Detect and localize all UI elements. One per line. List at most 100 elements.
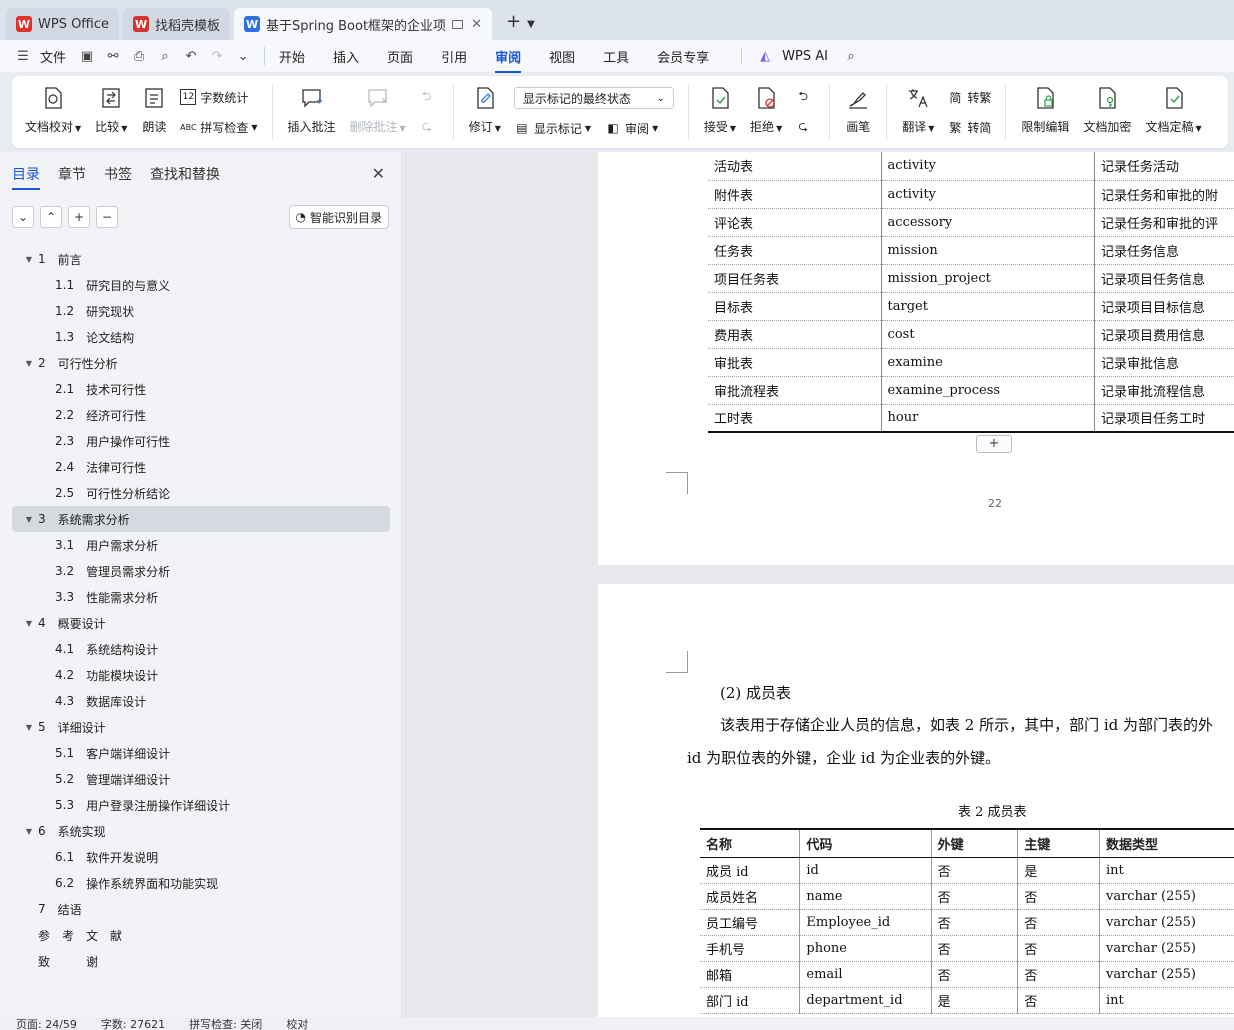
toc-item[interactable]: 3.1 用户需求分析	[12, 532, 390, 558]
review-pane-button[interactable]: ◧ 审阅 ▼	[605, 120, 658, 137]
page-indicator[interactable]: 页面: 24/59	[16, 1017, 77, 1030]
redo-icon[interactable]: ↷	[208, 47, 226, 65]
toc-item[interactable]: ▼ 3 系统需求分析	[12, 506, 390, 532]
markup-state-select[interactable]: 显示标记的最终状态 ⌄	[513, 87, 674, 110]
toc-item[interactable]: 1.2 研究现状	[12, 298, 390, 324]
doc-check-button[interactable]: 文档校对 ▼	[18, 80, 88, 144]
toc-item[interactable]: 1.1 研究目的与意义	[12, 272, 390, 298]
toc-item[interactable]: 4.2 功能模块设计	[12, 662, 390, 688]
chevron-down-icon[interactable]: ▼	[527, 19, 535, 30]
print-icon[interactable]: ⎙	[130, 47, 148, 65]
toc-item[interactable]: ▼ 5 详细设计	[12, 714, 390, 740]
menu-item-start[interactable]: 开始	[279, 47, 305, 66]
accept-button[interactable]: 接受 ▼	[697, 80, 743, 144]
toc-item[interactable]: ▼ 4 概要设计	[12, 610, 390, 636]
menu-item-page[interactable]: 页面	[387, 47, 413, 66]
menu-item-review[interactable]: 审阅	[495, 47, 522, 73]
add-row-button[interactable]: +	[976, 435, 1012, 453]
prev-revision-button[interactable]: ⮌	[795, 89, 815, 105]
menu-item-insert[interactable]: 插入	[333, 47, 359, 66]
toc-item[interactable]: 5.1 客户端详细设计	[12, 740, 390, 766]
add-heading-button[interactable]: +	[68, 206, 90, 228]
to-simplified-button[interactable]: 繁 转简	[947, 119, 991, 136]
more-chevron-icon[interactable]: ⌄	[234, 47, 252, 65]
tab-chapter[interactable]: 章节	[58, 164, 86, 184]
toc-item[interactable]: 2.2 经济可行性	[12, 402, 390, 428]
smart-toc-button[interactable]: ◔ 智能识别目录	[288, 205, 389, 229]
word-count-button[interactable]: 12 字数统计	[180, 89, 257, 106]
expand-arrow-icon[interactable]: ▼	[20, 723, 38, 732]
pen-button[interactable]: 画笔	[838, 80, 878, 144]
toc-item[interactable]: 2.1 技术可行性	[12, 376, 390, 402]
finalize-button[interactable]: 文档定稿 ▼	[1138, 80, 1208, 144]
toc-item[interactable]: 致 谢	[12, 948, 390, 974]
menu-item-reference[interactable]: 引用	[441, 47, 467, 66]
toc-item[interactable]: 1.3 论文结构	[12, 324, 390, 350]
word-count-indicator[interactable]: 字数: 27621	[101, 1017, 165, 1030]
expand-arrow-icon[interactable]: ▼	[20, 359, 38, 368]
expand-down-button[interactable]: ⌄	[12, 206, 34, 228]
collapse-up-button[interactable]: ⌃	[40, 206, 62, 228]
tab-document[interactable]: W 基于Spring Boot框架的企业项 ✕	[234, 8, 492, 40]
ribbon-separator	[1005, 84, 1007, 140]
menu-item-view[interactable]: 视图	[549, 47, 575, 66]
insert-comment-button[interactable]: 插入批注	[281, 80, 343, 144]
new-tab-icon[interactable]: +	[506, 11, 521, 32]
read-aloud-button[interactable]: 朗读	[134, 80, 174, 144]
menu-item-tools[interactable]: 工具	[603, 47, 629, 66]
tab-template[interactable]: W 找稻壳模板	[123, 8, 231, 40]
toc-item[interactable]: 2.4 法律可行性	[12, 454, 390, 480]
toc-item[interactable]: ▼ 6 系统实现	[12, 818, 390, 844]
tab-bookmark[interactable]: 书签	[104, 164, 132, 184]
prev-comment-button[interactable]: ⮌	[419, 89, 439, 105]
file-menu[interactable]: ☰ 文件	[14, 47, 66, 66]
toc-item[interactable]: 5.3 用户登录注册操作详细设计	[12, 792, 390, 818]
toc-item[interactable]: 3.3 性能需求分析	[12, 584, 390, 610]
toc-item[interactable]: 参 考 文 献	[12, 922, 390, 948]
next-revision-button[interactable]: ⮎	[795, 119, 815, 135]
toc-item[interactable]: 4.3 数据库设计	[12, 688, 390, 714]
toc-item[interactable]: 5.2 管理端详细设计	[12, 766, 390, 792]
expand-arrow-icon[interactable]: ▼	[20, 515, 38, 524]
tab-wps-office[interactable]: W WPS Office	[6, 8, 120, 40]
toc-item[interactable]: 6.1 软件开发说明	[12, 844, 390, 870]
wps-ai-button[interactable]: ◭ WPS AI	[756, 47, 828, 65]
undo-icon[interactable]: ↶	[182, 47, 200, 65]
document-canvas[interactable]: 活动表 activity 记录任务活动 附件表 activity 记录任务和审批的附 评论表…	[403, 152, 1234, 1017]
revise-button[interactable]: 修订 ▼	[462, 80, 508, 144]
next-comment-button[interactable]: ⮎	[419, 119, 439, 135]
screen-icon[interactable]	[452, 19, 464, 29]
compare-button[interactable]: 比较 ▼	[88, 80, 134, 144]
remove-heading-button[interactable]: −	[96, 206, 118, 228]
toc-item[interactable]: 2.5 可行性分析结论	[12, 480, 390, 506]
spell-check-indicator[interactable]: 拼写检查: 关闭	[189, 1017, 262, 1030]
link-icon[interactable]: ⚯	[104, 47, 122, 65]
reject-button[interactable]: 拒绝 ▼	[743, 80, 789, 144]
expand-arrow-icon[interactable]: ▼	[20, 827, 38, 836]
save-icon[interactable]: ▣	[78, 47, 96, 65]
toc-item[interactable]: 2.3 用户操作可行性	[12, 428, 390, 454]
toc-item[interactable]: 3.2 管理员需求分析	[12, 558, 390, 584]
toc-item[interactable]: ▼ 2 可行性分析	[12, 350, 390, 376]
toc-item[interactable]: 4.1 系统结构设计	[12, 636, 390, 662]
menu-item-member[interactable]: 会员专享	[657, 47, 709, 66]
translate-button[interactable]: 翻译 ▼	[895, 80, 941, 144]
toc-item[interactable]: 7 结语	[12, 896, 390, 922]
tab-find-replace[interactable]: 查找和替换	[150, 164, 220, 184]
restrict-edit-button[interactable]: 限制编辑	[1014, 80, 1076, 144]
show-markup-button[interactable]: ▤ 显示标记 ▼	[514, 120, 591, 137]
close-tab-icon[interactable]: ✕	[471, 17, 482, 32]
print-preview-icon[interactable]: ⌕	[156, 47, 174, 65]
toc-item[interactable]: 6.2 操作系统界面和功能实现	[12, 870, 390, 896]
search-icon[interactable]: ⌕	[842, 47, 860, 65]
close-pane-icon[interactable]: ✕	[372, 164, 385, 183]
to-traditional-button[interactable]: 简 转繁	[947, 89, 991, 106]
toc-item[interactable]: ▼ 1 前言	[12, 246, 390, 272]
delete-comment-button[interactable]: 删除批注 ▼	[343, 80, 413, 144]
expand-arrow-icon[interactable]: ▼	[20, 255, 38, 264]
proofread-indicator[interactable]: 校对	[286, 1017, 308, 1030]
tab-toc[interactable]: 目录	[12, 164, 40, 190]
expand-arrow-icon[interactable]: ▼	[20, 619, 38, 628]
spell-check-button[interactable]: ABC 拼写检查 ▼	[180, 119, 257, 136]
encrypt-button[interactable]: 文档加密	[1076, 80, 1138, 144]
